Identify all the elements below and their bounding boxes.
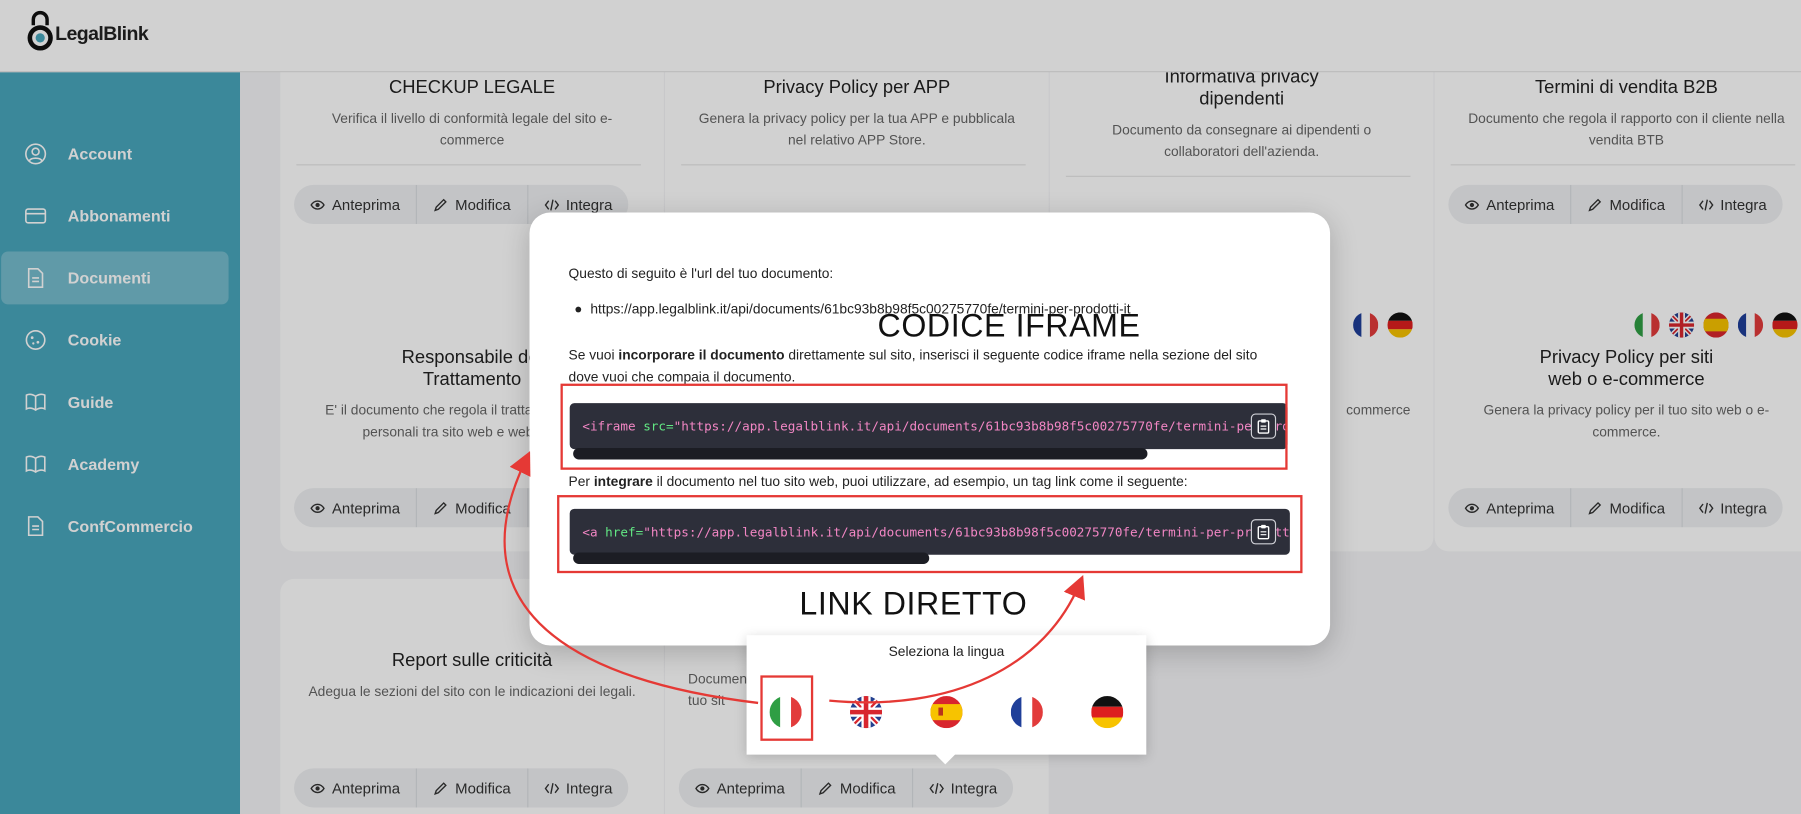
embed-instructions: Se vuoi incorporare il documento diretta… xyxy=(568,346,1258,385)
italy-flag-highlight-box xyxy=(760,675,814,741)
uk-flag-icon[interactable] xyxy=(849,696,883,729)
url-intro: Questo di seguito è l'url del tuo docume… xyxy=(568,265,834,282)
iframe-annotation-label: CODICE IFRAME xyxy=(877,307,1141,344)
france-flag-icon[interactable] xyxy=(1010,696,1043,729)
language-selector-title: Seleziona la lingua xyxy=(888,643,1005,660)
link-instructions: Per integrare il documento nel tuo sito … xyxy=(568,473,1188,490)
spain-flag-icon[interactable] xyxy=(930,696,963,729)
germany-flag-icon[interactable] xyxy=(1091,696,1124,729)
iframe-highlight-box xyxy=(560,383,1288,470)
link-highlight-box xyxy=(557,495,1303,574)
link-annotation-label: LINK DIRETTO xyxy=(799,585,1028,622)
